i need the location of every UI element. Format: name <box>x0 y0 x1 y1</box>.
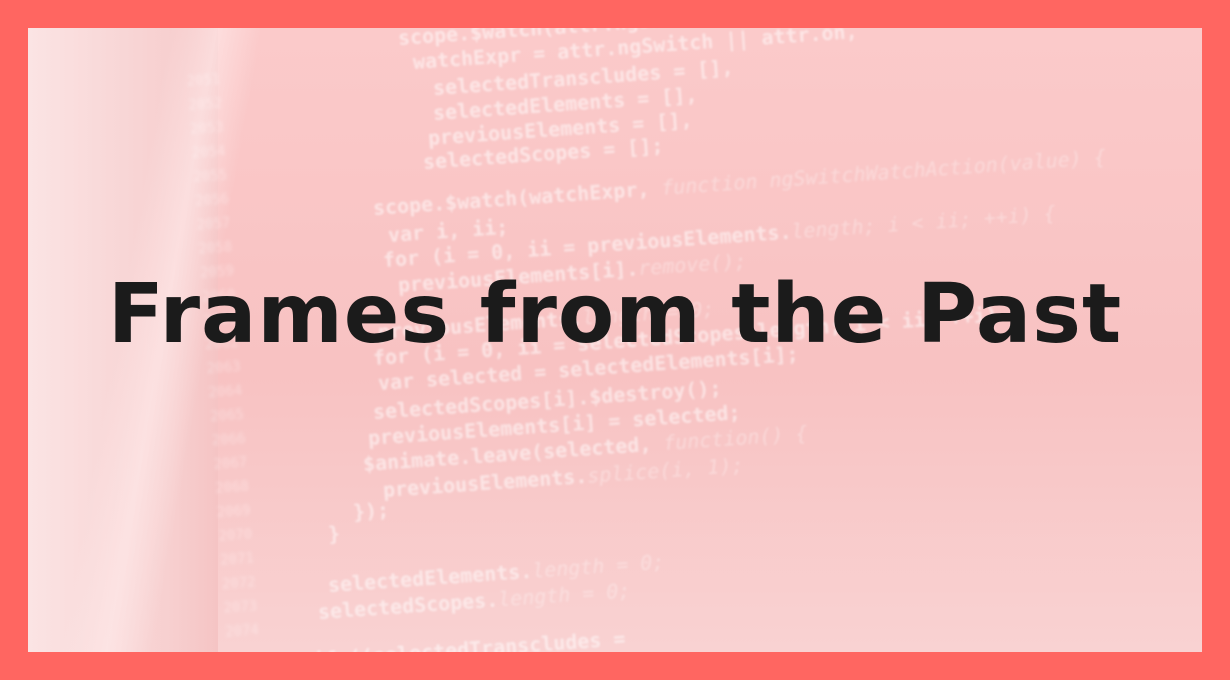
code-line: } <box>327 521 341 546</box>
code-line: }); <box>352 497 390 524</box>
code-line: if ((selectedTranscludes = <box>312 625 639 652</box>
page-title: Frames from the Past <box>107 267 1123 362</box>
